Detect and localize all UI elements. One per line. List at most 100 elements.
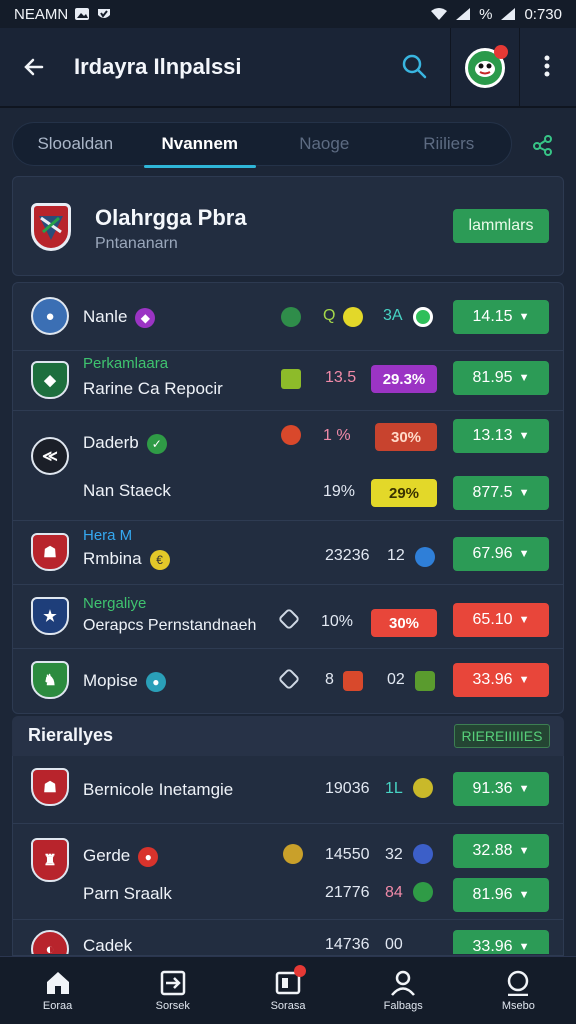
- team-crest-icon: ♞: [31, 661, 69, 699]
- team-badge-icon: ✓: [146, 433, 167, 454]
- match-row[interactable]: ● Nanle ◆ Q 3A 14.15 ▼: [13, 283, 563, 351]
- match-row[interactable]: ◐ Cadek 14736 00 33.96 ▼: [13, 920, 563, 954]
- stat-icon: [413, 844, 433, 864]
- match-row[interactable]: ♜ Gerde ● Parn Sraalk 14550 32 21776 84 3…: [13, 824, 563, 920]
- chevron-down-icon: ▼: [518, 372, 530, 384]
- nav-home[interactable]: Eoraa: [0, 957, 115, 1024]
- stat-icon: [283, 844, 303, 864]
- stat-pill: 29%: [371, 479, 437, 507]
- stat-icon: [415, 547, 435, 567]
- match-list-2: ☗ Bernicole Inetamgie 19036 1L 91.36 ▼ ♜ …: [12, 756, 564, 956]
- notification-dot: [294, 965, 307, 977]
- odds-button[interactable]: 33.96 ▼: [453, 930, 549, 954]
- chevron-down-icon: ▼: [518, 487, 530, 499]
- odds-button[interactable]: 33.96 ▼: [453, 663, 549, 697]
- tab-3[interactable]: Naoge: [262, 122, 387, 166]
- team-crest-icon: ★: [31, 597, 69, 635]
- nav-label: Sorsek: [155, 999, 190, 1012]
- stat-1: 19%: [323, 483, 356, 500]
- clock: 0:730: [524, 5, 562, 23]
- team-name-2: Parn Sraalk: [83, 884, 172, 903]
- arrow-left-icon: [24, 58, 44, 76]
- stat-2: 1L: [385, 780, 403, 797]
- stat-1: 8: [325, 671, 334, 688]
- avatar-button[interactable]: [450, 28, 520, 108]
- transfer-icon: [160, 970, 186, 995]
- signal-icon: [456, 8, 471, 20]
- chevron-down-icon: ▼: [518, 614, 530, 626]
- match-row[interactable]: ★ Nergaliye Oerapcs Pernstandnaeh 10% 30…: [13, 585, 563, 649]
- odds-button[interactable]: 91.36 ▼: [453, 772, 549, 806]
- team-name: Mopise ●: [83, 671, 166, 692]
- team-name: Rmbina €: [83, 549, 170, 570]
- nav-label: Sorasa: [270, 999, 306, 1012]
- share-button[interactable]: [526, 128, 560, 162]
- stat-3: 21776: [325, 884, 370, 901]
- section-title: Rierallyes: [28, 725, 114, 745]
- team-name: Nan Staeck: [83, 481, 171, 500]
- stat-icon: [281, 307, 301, 327]
- match-row[interactable]: Nan Staeck 19% 29% 877.5 ▼: [13, 467, 563, 521]
- chevron-down-icon: ▼: [518, 941, 530, 953]
- section-badge[interactable]: RIEREIIIIIES: [454, 724, 550, 748]
- team-crest-icon: ♜: [31, 838, 69, 882]
- odds-button[interactable]: 877.5 ▼: [453, 476, 549, 510]
- match-row[interactable]: ≪ Daderb ✓ 1 % 30% 13.13 ▼: [13, 411, 563, 475]
- home-icon: [46, 971, 69, 994]
- avatar: [465, 45, 508, 88]
- match-row[interactable]: ☗ Bernicole Inetamgie 19036 1L 91.36 ▼: [13, 756, 563, 824]
- stat-pill: 30%: [375, 423, 437, 451]
- page-title: Irdayra Ilnpalssi: [74, 54, 242, 79]
- nav-person[interactable]: Falbags: [346, 957, 461, 1024]
- tab-2[interactable]: Nvannem: [138, 122, 263, 168]
- stat-icon: [281, 369, 301, 389]
- league-action-button[interactable]: lammlars: [453, 209, 549, 243]
- odds-button[interactable]: 32.88 ▼: [453, 834, 549, 868]
- share-icon: [533, 135, 552, 156]
- stat-icon: [415, 671, 435, 691]
- tab-4[interactable]: Riiliers: [387, 122, 512, 166]
- crest-emblem-icon: [39, 216, 63, 240]
- nav-profile[interactable]: Msebo: [461, 957, 576, 1024]
- signal2-icon: [501, 8, 516, 20]
- stat-2: 02: [387, 671, 405, 688]
- status-bar: NEAMN % 0:730: [0, 0, 576, 28]
- team-name: Nanle ◆: [83, 307, 156, 328]
- team-crest-icon: ◆: [31, 361, 69, 399]
- more-options-button[interactable]: [530, 46, 564, 86]
- stat-1: 10%: [321, 613, 354, 630]
- stat-icon: [413, 882, 433, 902]
- match-row[interactable]: ♞ Mopise ● 8 02 33.96 ▼: [13, 649, 563, 713]
- search-icon: [402, 54, 427, 79]
- team-crest-icon: ◐: [31, 930, 69, 954]
- odds-button[interactable]: 67.96 ▼: [453, 537, 549, 571]
- stat-1: 23236: [325, 547, 370, 564]
- odds-button[interactable]: 81.95 ▼: [453, 361, 549, 395]
- shield-status-icon: [98, 9, 111, 18]
- stat-icon: [343, 307, 363, 327]
- section-header: Rierallyes RIEREIIIIIES: [12, 716, 564, 756]
- stat-icon: [413, 778, 433, 798]
- match-row[interactable]: ☗ Hera M Rmbina € 23236 12 67.96 ▼: [13, 521, 563, 585]
- team-name: Rarine Ca Repocir: [83, 379, 223, 398]
- league-name: Olahrgga Pbra: [95, 205, 247, 230]
- nav-label: Eoraa: [42, 999, 73, 1012]
- nav-transfer[interactable]: Sorsek: [115, 957, 230, 1024]
- odds-button[interactable]: 14.15 ▼: [453, 300, 549, 334]
- team-name: Bernicole Inetamgie: [83, 780, 234, 799]
- search-button[interactable]: [394, 46, 434, 86]
- team-name: Daderb ✓: [83, 433, 167, 454]
- stat-1: 14550: [325, 846, 370, 863]
- tab-1[interactable]: Slooaldan: [13, 122, 138, 166]
- odds-button[interactable]: 13.13 ▼: [453, 419, 549, 453]
- carrier-label: NEAMN: [14, 5, 69, 23]
- nav-card[interactable]: Sorasa: [230, 957, 345, 1024]
- team-name: Oerapcs Pernstandnaeh: [83, 617, 257, 634]
- odds-button[interactable]: 81.96 ▼: [453, 878, 549, 912]
- team-badge-icon: ◆: [135, 307, 156, 328]
- odds-button[interactable]: 65.10 ▼: [453, 603, 549, 637]
- back-button[interactable]: [14, 47, 54, 87]
- match-list: ● Nanle ◆ Q 3A 14.15 ▼ ◆ Perkamlaara Rarin…: [12, 282, 564, 714]
- more-vert-icon: [544, 55, 550, 77]
- match-row[interactable]: ◆ Perkamlaara Rarine Ca Repocir 13.5 29.…: [13, 351, 563, 411]
